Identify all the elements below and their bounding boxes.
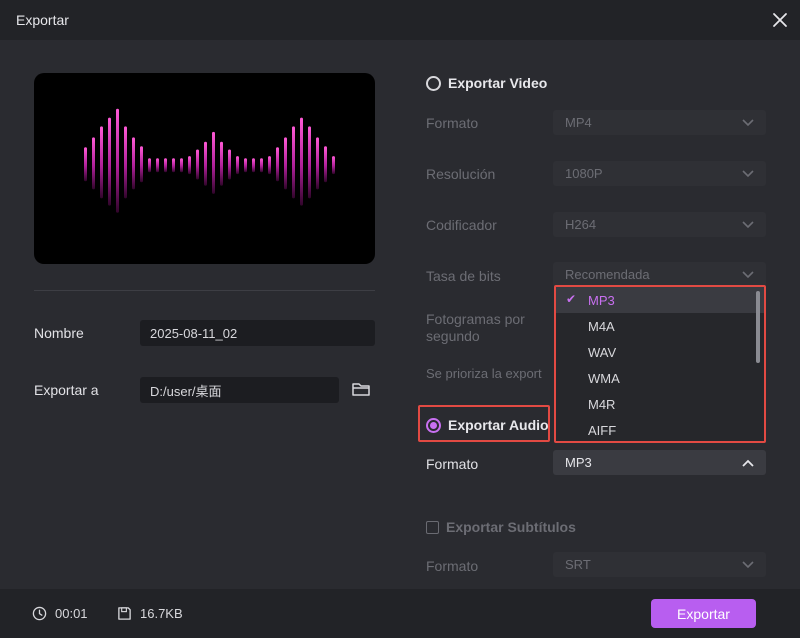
- waveform-bar: [84, 147, 87, 182]
- chevron-down-icon: [742, 118, 754, 126]
- audio-format-select[interactable]: MP3: [553, 450, 766, 475]
- waveform-bar: [316, 137, 319, 190]
- waveform-bar: [204, 141, 207, 186]
- chevron-up-icon: [742, 459, 754, 467]
- export-to-label: Exportar a: [34, 382, 99, 398]
- name-label: Nombre: [34, 325, 84, 341]
- duration-info: 00:01: [32, 606, 88, 621]
- resolution-label: Resolución: [426, 166, 496, 182]
- bitrate-select: Recomendada: [553, 262, 766, 287]
- waveform-bar: [196, 149, 199, 180]
- subtitles-format-select: SRT: [553, 552, 766, 577]
- close-icon[interactable]: [770, 10, 790, 30]
- waveform-bar: [292, 126, 295, 199]
- export-video-radio[interactable]: [426, 75, 441, 91]
- subtitles-format-label: Formato: [426, 558, 479, 574]
- export-audio-title: Exportar Audio: [448, 417, 549, 433]
- waveform-bar: [244, 158, 247, 173]
- waveform-bar: [180, 158, 183, 173]
- waveform-bar: [116, 108, 119, 213]
- waveform-bar: [124, 126, 127, 199]
- resolution-select: 1080P: [553, 161, 766, 186]
- waveform-bar: [172, 158, 175, 173]
- waveform-bar: [308, 126, 311, 199]
- encoder-value: H264: [565, 217, 597, 232]
- waveform-bar: [108, 117, 111, 206]
- clock-icon: [32, 606, 47, 621]
- bitrate-label: Tasa de bits: [426, 268, 501, 284]
- export-subtitles-option[interactable]: Exportar Subtítulos: [426, 519, 576, 535]
- folder-icon[interactable]: [351, 380, 371, 398]
- encoder-select: H264: [553, 212, 766, 237]
- size-value: 16.7KB: [140, 606, 183, 621]
- waveform-bar: [100, 126, 103, 199]
- resolution-value: 1080P: [565, 166, 603, 181]
- video-format-value: MP4: [565, 115, 592, 130]
- dropdown-option-wav[interactable]: WAV: [556, 339, 764, 365]
- dropdown-option-m4a[interactable]: M4A: [556, 313, 764, 339]
- chevron-down-icon: [742, 169, 754, 177]
- export-audio-option[interactable]: Exportar Audio: [426, 417, 549, 433]
- waveform-bar: [324, 146, 327, 183]
- dropdown-option-aiff[interactable]: AIFF: [556, 417, 764, 441]
- encoder-label: Codificador: [426, 217, 497, 233]
- export-path-input[interactable]: D:/user/桌面: [140, 377, 339, 403]
- bitrate-value: Recomendada: [565, 267, 650, 282]
- priority-text: Se prioriza la export: [426, 366, 542, 381]
- waveform-bar: [188, 156, 191, 175]
- waveform-bar: [220, 141, 223, 186]
- dropdown-option-wma[interactable]: WMA: [556, 365, 764, 391]
- waveform-bar: [332, 156, 335, 175]
- waveform-bar: [252, 158, 255, 173]
- window-title: Exportar: [16, 12, 69, 28]
- waveform-bar: [260, 158, 263, 173]
- chevron-down-icon: [742, 270, 754, 278]
- fps-label-line1: Fotogramas por: [426, 311, 525, 327]
- waveform-bar: [132, 137, 135, 190]
- export-video-title: Exportar Video: [448, 75, 548, 91]
- size-info: 16.7KB: [117, 606, 183, 621]
- waveform-bar: [92, 137, 95, 190]
- video-format-select: MP4: [553, 110, 766, 135]
- left-divider: [34, 290, 375, 291]
- fps-label-line2: segundo: [426, 328, 480, 344]
- audio-format-label: Formato: [426, 456, 479, 472]
- waveform-bar: [284, 137, 287, 190]
- audio-format-dropdown: ✔ MP3 M4A WAV WMA M4R AIFF: [556, 287, 764, 441]
- chevron-down-icon: [742, 560, 754, 568]
- waveform-bar: [236, 156, 239, 175]
- check-icon: ✔: [566, 292, 577, 306]
- export-button[interactable]: Exportar: [651, 599, 756, 628]
- waveform-bar: [212, 131, 215, 194]
- video-format-label: Formato: [426, 115, 479, 131]
- waveform-bar: [300, 117, 303, 206]
- waveform-bar: [228, 149, 231, 180]
- export-subtitles-checkbox[interactable]: [426, 520, 439, 534]
- audio-format-value: MP3: [565, 455, 592, 470]
- waveform-bar: [148, 158, 151, 173]
- dropdown-option-m4r[interactable]: M4R: [556, 391, 764, 417]
- dropdown-scrollbar[interactable]: [756, 291, 760, 363]
- export-subtitles-title: Exportar Subtítulos: [446, 519, 576, 535]
- export-audio-radio[interactable]: [426, 417, 441, 433]
- save-disk-icon: [118, 607, 131, 620]
- audio-preview: [34, 73, 375, 264]
- waveform-bar: [268, 156, 271, 175]
- chevron-down-icon: [742, 220, 754, 228]
- waveform-bar: [140, 146, 143, 183]
- waveform-bar: [156, 158, 159, 173]
- waveform-bar: [164, 158, 167, 173]
- name-input[interactable]: 2025-08-11_02: [140, 320, 375, 346]
- waveform-bar: [276, 147, 279, 182]
- title-bar: Exportar: [0, 0, 800, 40]
- export-video-option[interactable]: Exportar Video: [426, 75, 547, 91]
- dropdown-option-mp3[interactable]: ✔ MP3: [556, 287, 764, 313]
- duration-value: 00:01: [55, 606, 88, 621]
- subtitles-format-value: SRT: [565, 557, 591, 572]
- audio-waveform: [84, 108, 335, 213]
